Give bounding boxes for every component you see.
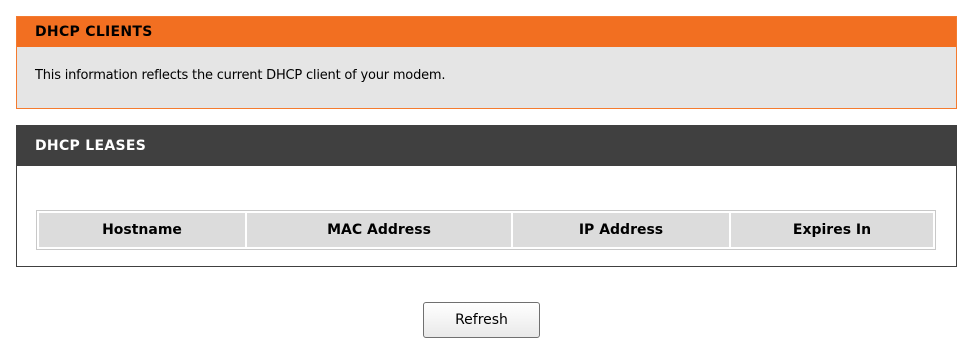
dhcp-leases-title: DHCP LEASES xyxy=(17,126,956,166)
refresh-button[interactable]: Refresh xyxy=(423,302,540,338)
column-header-hostname: Hostname xyxy=(39,213,245,247)
dhcp-page: DHCP CLIENTS This information reflects t… xyxy=(0,0,959,339)
dhcp-clients-panel: DHCP CLIENTS This information reflects t… xyxy=(16,16,957,109)
dhcp-clients-title: DHCP CLIENTS xyxy=(17,17,956,47)
column-header-mac-address: MAC Address xyxy=(247,213,511,247)
dhcp-clients-description: This information reflects the current DH… xyxy=(35,68,446,83)
column-header-expires-in: Expires In xyxy=(731,213,933,247)
dhcp-leases-table: Hostname MAC Address IP Address Expires … xyxy=(36,210,936,250)
dhcp-leases-panel: DHCP LEASES Hostname MAC Address IP Addr… xyxy=(16,125,957,267)
column-header-ip-address: IP Address xyxy=(513,213,729,247)
